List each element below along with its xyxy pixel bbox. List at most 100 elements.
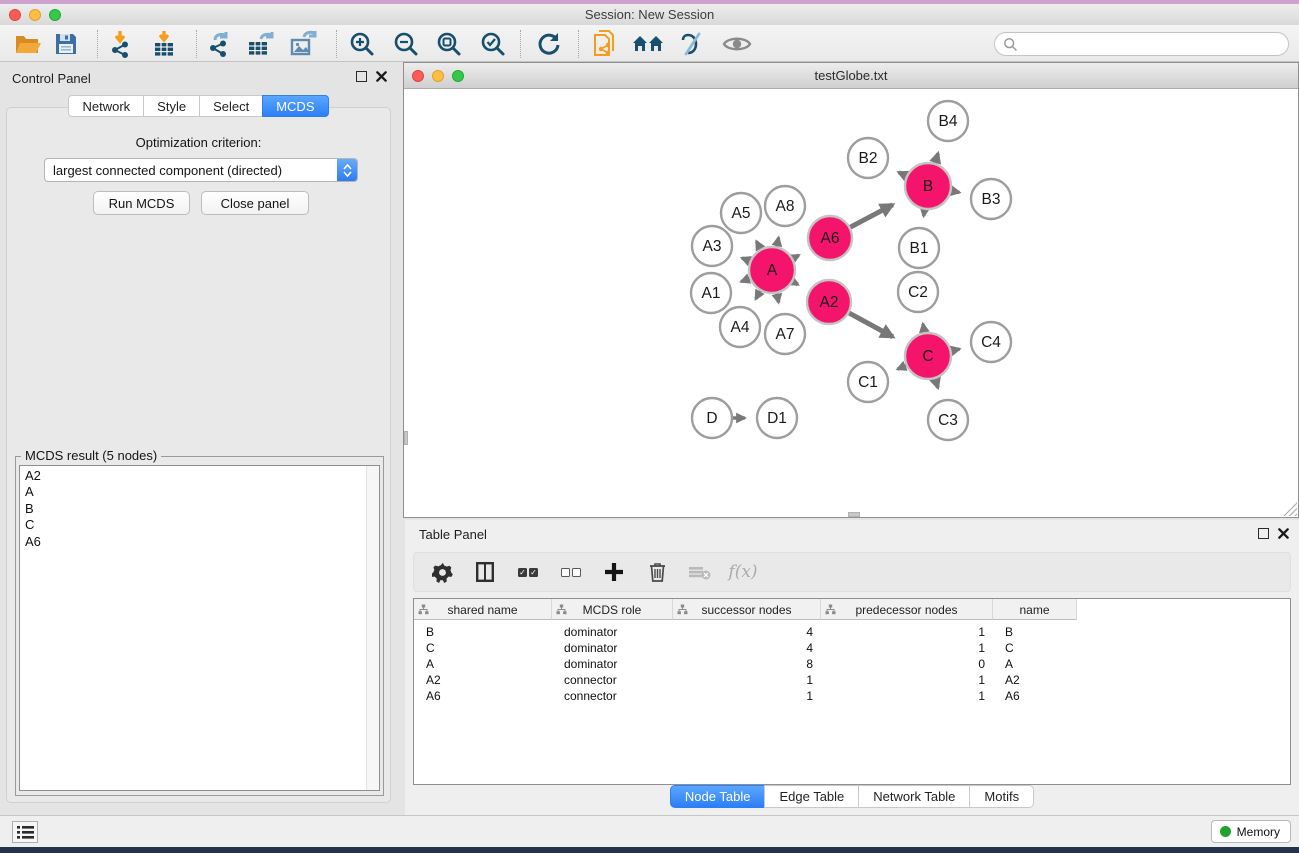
table-cell[interactable]: dominator xyxy=(552,624,673,640)
network-hscrollbar[interactable] xyxy=(848,512,860,517)
gear-icon[interactable] xyxy=(430,559,454,585)
export-table-icon[interactable] xyxy=(245,28,277,60)
close-panel-icon[interactable] xyxy=(376,71,387,82)
edge-C-C2[interactable] xyxy=(923,324,924,332)
table-cell[interactable]: A6 xyxy=(993,688,1077,704)
edge-A6-B[interactable] xyxy=(850,205,892,227)
graph-node-A6[interactable]: A6 xyxy=(808,216,852,260)
table-cell[interactable]: A6 xyxy=(414,688,552,704)
network-window-titlebar[interactable]: testGlobe.txt xyxy=(404,63,1298,89)
network-vscrollbar[interactable] xyxy=(404,431,408,445)
export-network-icon[interactable] xyxy=(204,28,236,60)
table-cell[interactable]: A2 xyxy=(993,672,1077,688)
table-row[interactable]: Adominator80A xyxy=(414,656,1077,672)
tab-network[interactable]: Network xyxy=(68,95,144,117)
table-row[interactable]: A6connector11A6 xyxy=(414,688,1077,704)
table-cell[interactable]: 4 xyxy=(673,640,821,656)
run-mcds-button[interactable]: Run MCDS xyxy=(93,191,190,215)
tab-select[interactable]: Select xyxy=(199,95,263,117)
tab-style[interactable]: Style xyxy=(143,95,200,117)
edge-B-B3[interactable] xyxy=(952,191,960,193)
maximize-network-button[interactable] xyxy=(452,70,464,82)
table-cell[interactable]: 1 xyxy=(821,640,993,656)
edge-C-C3[interactable] xyxy=(935,379,938,388)
tab-edge-table[interactable]: Edge Table xyxy=(764,785,859,808)
edge-B-B1[interactable] xyxy=(924,210,925,216)
delete-table-icon[interactable] xyxy=(688,559,712,585)
delete-icon[interactable] xyxy=(645,559,669,585)
close-panel-button[interactable]: Close panel xyxy=(201,191,309,215)
edge-A2-C[interactable] xyxy=(849,313,893,337)
column-header-successor-nodes[interactable]: successor nodes xyxy=(673,599,821,620)
scrollbar[interactable] xyxy=(366,466,379,790)
table-cell[interactable]: 1 xyxy=(673,672,821,688)
export-image-icon[interactable] xyxy=(288,28,320,60)
tab-node-table[interactable]: Node Table xyxy=(670,785,766,808)
edge-C-C1[interactable] xyxy=(898,366,906,370)
table-cell[interactable]: 1 xyxy=(821,688,993,704)
memory-button[interactable]: Memory xyxy=(1211,820,1291,843)
zoom-in-icon[interactable] xyxy=(346,28,378,60)
edge-A-A1[interactable] xyxy=(741,278,749,281)
table-cell[interactable]: dominator xyxy=(552,640,673,656)
optimization-criterion-dropdown[interactable]: largest connected component (directed) xyxy=(44,158,358,182)
graph-node-D[interactable]: D xyxy=(692,398,732,438)
graph-node-A5[interactable]: A5 xyxy=(721,193,761,233)
table-cell[interactable]: A xyxy=(993,656,1077,672)
float-table-panel-icon[interactable] xyxy=(1258,528,1269,539)
table-cell[interactable]: C xyxy=(993,640,1077,656)
graph-node-C1[interactable]: C1 xyxy=(848,362,888,402)
table-cell[interactable]: A xyxy=(414,656,552,672)
mcds-result-item[interactable]: A6 xyxy=(20,534,379,550)
search-field[interactable] xyxy=(994,32,1289,56)
graph-node-A4[interactable]: A4 xyxy=(720,307,760,347)
graph-node-B4[interactable]: B4 xyxy=(928,101,968,141)
minimize-network-button[interactable] xyxy=(432,70,444,82)
graph-node-B3[interactable]: B3 xyxy=(971,179,1011,219)
maximize-window-button[interactable] xyxy=(49,9,61,21)
table-cell[interactable]: A2 xyxy=(414,672,552,688)
column-header-shared-name[interactable]: shared name xyxy=(414,599,552,620)
graph-node-A8[interactable]: A8 xyxy=(765,186,805,226)
mcds-result-list[interactable]: A2ABCA6 xyxy=(19,465,380,791)
import-table-icon[interactable] xyxy=(148,28,180,60)
graph-node-A1[interactable]: A1 xyxy=(691,273,731,313)
close-network-button[interactable] xyxy=(412,70,424,82)
search-input[interactable] xyxy=(1018,33,1288,55)
task-history-button[interactable] xyxy=(12,821,38,843)
zoom-selected-icon[interactable] xyxy=(477,28,509,60)
save-session-icon[interactable] xyxy=(50,28,82,60)
select-all-checkboxes-icon[interactable]: ✓✓ xyxy=(516,559,540,585)
graph-node-C[interactable]: C xyxy=(905,333,951,379)
table-cell[interactable]: 1 xyxy=(821,624,993,640)
add-icon[interactable] xyxy=(602,559,626,585)
table-row[interactable]: Bdominator41B xyxy=(414,624,1077,640)
graph-node-D1[interactable]: D1 xyxy=(757,398,797,438)
mcds-result-item[interactable]: C xyxy=(20,517,379,533)
hide-glasses-icon[interactable] xyxy=(676,28,708,60)
node-table[interactable]: shared nameMCDS rolesuccessor nodesprede… xyxy=(413,598,1291,785)
table-row[interactable]: Cdominator41C xyxy=(414,640,1077,656)
zoom-out-icon[interactable] xyxy=(390,28,422,60)
table-cell[interactable]: B xyxy=(414,624,552,640)
open-file-icon[interactable] xyxy=(12,28,44,60)
mcds-result-item[interactable]: A xyxy=(20,484,379,500)
graph-node-C3[interactable]: C3 xyxy=(928,400,968,440)
edge-A-A2[interactable] xyxy=(793,282,798,285)
edge-A-A3[interactable] xyxy=(742,258,750,261)
edge-A-A5[interactable] xyxy=(756,241,760,249)
edge-A-A4[interactable] xyxy=(756,291,760,299)
zoom-fit-icon[interactable] xyxy=(433,28,465,60)
table-cell[interactable]: 8 xyxy=(673,656,821,672)
table-cell[interactable]: connector xyxy=(552,672,673,688)
import-network-icon[interactable] xyxy=(106,28,138,60)
table-cell[interactable]: connector xyxy=(552,688,673,704)
window-titlebar[interactable]: Session: New Session xyxy=(0,4,1299,25)
edge-A-A8[interactable] xyxy=(777,238,779,247)
edge-A-A6[interactable] xyxy=(793,255,799,258)
home-icon[interactable] xyxy=(632,28,664,60)
graph-node-C4[interactable]: C4 xyxy=(971,322,1011,362)
table-cell[interactable]: 4 xyxy=(673,624,821,640)
graph-node-B[interactable]: B xyxy=(905,163,951,209)
graph-node-A2[interactable]: A2 xyxy=(807,280,851,324)
